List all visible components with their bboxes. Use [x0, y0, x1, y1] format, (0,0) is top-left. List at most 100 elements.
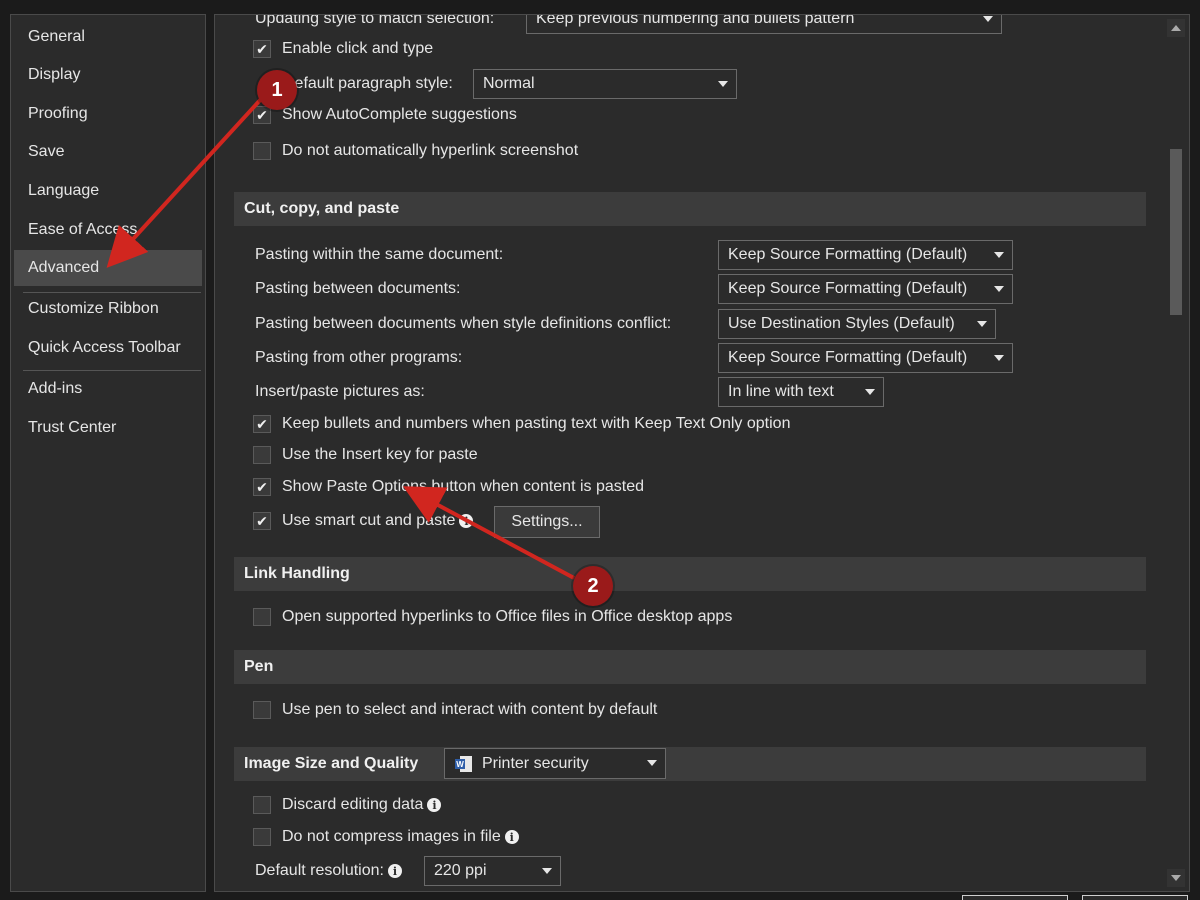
options-sidebar: General Display Proofing Save Language E…	[10, 14, 206, 892]
show-paste-options-checkbox[interactable]: ✔	[253, 478, 271, 496]
info-icon[interactable]: i	[459, 514, 474, 528]
annotation-marker-2: 2	[573, 566, 613, 606]
show-paste-options-label: Show Paste Options button when content i…	[282, 478, 645, 495]
show-autocomplete-checkbox[interactable]: ✔	[253, 106, 271, 124]
sidebar-item-add-ins[interactable]: Add-ins	[14, 371, 202, 407]
insert-key-option[interactable]: Use the Insert key for paste	[253, 440, 478, 470]
chevron-down-icon	[994, 355, 1004, 361]
discard-editing-data-label: Discard editing data	[282, 796, 424, 813]
sidebar-item-general[interactable]: General	[14, 19, 202, 55]
svg-text:W: W	[456, 760, 464, 769]
discard-editing-data-option[interactable]: Discard editing data i	[253, 790, 442, 820]
scroll-down-button[interactable]	[1167, 869, 1185, 887]
enable-click-type-option[interactable]: ✔ Enable click and type	[253, 34, 433, 64]
keep-bullets-label: Keep bullets and numbers when pasting te…	[282, 415, 791, 432]
check-icon: ✔	[256, 513, 268, 529]
default-paragraph-value: Normal	[483, 75, 535, 92]
sidebar-item-customize-ribbon[interactable]: Customize Ribbon	[14, 291, 202, 327]
section-heading-pen: Pen	[234, 650, 1146, 684]
arrow-down-icon	[1171, 875, 1181, 881]
default-paragraph-label: Default paragraph style:	[283, 75, 453, 92]
no-auto-hyperlink-label: Do not automatically hyperlink screensho…	[282, 142, 579, 159]
paste-other-programs-dropdown[interactable]: Keep Source Formatting (Default)	[718, 343, 1013, 373]
insert-key-label: Use the Insert key for paste	[282, 446, 478, 463]
chevron-down-icon	[718, 81, 728, 87]
scroll-up-button[interactable]	[1167, 19, 1185, 37]
smart-cut-option[interactable]: ✔ Use smart cut and paste i	[253, 506, 474, 536]
no-auto-hyperlink-option[interactable]: Do not automatically hyperlink screensho…	[253, 136, 578, 166]
paste-style-conflict-dropdown[interactable]: Use Destination Styles (Default)	[718, 309, 996, 339]
info-icon[interactable]: i	[387, 864, 402, 878]
arrow-up-icon	[1171, 25, 1181, 31]
image-quality-document-dropdown[interactable]: W Printer security	[444, 748, 666, 779]
open-supported-hyperlinks-label: Open supported hyperlinks to Office file…	[282, 608, 733, 625]
paste-between-docs-label: Pasting between documents:	[255, 280, 461, 297]
insert-key-checkbox[interactable]	[253, 446, 271, 464]
chevron-down-icon	[994, 286, 1004, 292]
discard-editing-data-checkbox[interactable]	[253, 796, 271, 814]
settings-button[interactable]: Settings...	[494, 506, 600, 538]
no-compress-images-option[interactable]: Do not compress images in file i	[253, 822, 519, 852]
advanced-options-panel: Updating style to match selection: Keep …	[214, 14, 1190, 892]
sidebar-item-display[interactable]: Display	[14, 57, 202, 93]
paste-other-programs-label: Pasting from other programs:	[255, 349, 463, 366]
chevron-down-icon	[865, 389, 875, 395]
default-paragraph-dropdown[interactable]: Normal	[473, 69, 737, 99]
insert-pictures-dropdown[interactable]: In line with text	[718, 377, 884, 407]
show-autocomplete-label: Show AutoComplete suggestions	[282, 106, 517, 123]
open-supported-hyperlinks-checkbox[interactable]	[253, 608, 271, 626]
updating-style-dropdown[interactable]: Keep previous numbering and bullets patt…	[526, 14, 1002, 34]
chevron-down-icon	[647, 760, 657, 766]
smart-cut-checkbox[interactable]: ✔	[253, 512, 271, 530]
paste-between-docs-dropdown[interactable]: Keep Source Formatting (Default)	[718, 274, 1013, 304]
insert-pictures-label: Insert/paste pictures as:	[255, 383, 425, 400]
check-icon: ✔	[256, 416, 268, 432]
sidebar-item-save[interactable]: Save	[14, 134, 202, 170]
default-resolution-label: Default resolution:	[255, 862, 384, 879]
no-compress-images-checkbox[interactable]	[253, 828, 271, 846]
default-resolution-dropdown[interactable]: 220 ppi	[424, 856, 561, 886]
sidebar-item-advanced[interactable]: Advanced	[14, 250, 202, 286]
check-icon: ✔	[256, 41, 268, 57]
use-pen-checkbox[interactable]	[253, 701, 271, 719]
paste-within-doc-value: Keep Source Formatting (Default)	[728, 246, 968, 263]
sidebar-item-quick-access-toolbar[interactable]: Quick Access Toolbar	[14, 330, 202, 366]
default-resolution-row: Default resolution: i	[255, 856, 402, 886]
cancel-button[interactable]	[1082, 895, 1188, 900]
sidebar-item-ease-of-access[interactable]: Ease of Access	[14, 212, 202, 248]
paste-within-doc-dropdown[interactable]: Keep Source Formatting (Default)	[718, 240, 1013, 270]
sidebar-item-language[interactable]: Language	[14, 173, 202, 209]
chevron-down-icon	[994, 252, 1004, 258]
scrollbar-thumb[interactable]	[1170, 149, 1182, 315]
image-quality-document-value: Printer security	[482, 754, 589, 772]
use-pen-label: Use pen to select and interact with cont…	[282, 701, 658, 718]
keep-bullets-checkbox[interactable]: ✔	[253, 415, 271, 433]
info-icon[interactable]: i	[427, 798, 442, 812]
no-auto-hyperlink-checkbox[interactable]	[253, 142, 271, 160]
section-heading-image-size-quality: Image Size and Quality	[234, 747, 1146, 781]
updating-style-value: Keep previous numbering and bullets patt…	[536, 14, 855, 27]
enable-click-type-checkbox[interactable]: ✔	[253, 40, 271, 58]
paste-within-doc-label: Pasting within the same document:	[255, 246, 504, 263]
info-icon[interactable]: i	[504, 830, 519, 844]
open-supported-hyperlinks-option[interactable]: Open supported hyperlinks to Office file…	[253, 602, 732, 632]
show-autocomplete-option[interactable]: ✔ Show AutoComplete suggestions	[253, 100, 517, 130]
paste-style-conflict-value: Use Destination Styles (Default)	[728, 315, 955, 332]
ok-button[interactable]	[962, 895, 1068, 900]
keep-bullets-option[interactable]: ✔ Keep bullets and numbers when pasting …	[253, 409, 790, 439]
smart-cut-label: Use smart cut and paste	[282, 512, 456, 529]
chevron-down-icon	[977, 321, 987, 327]
paste-between-docs-value: Keep Source Formatting (Default)	[728, 280, 968, 297]
show-paste-options-option[interactable]: ✔ Show Paste Options button when content…	[253, 472, 644, 502]
annotation-marker-1: 1	[257, 70, 297, 110]
chevron-down-icon	[983, 16, 993, 22]
section-heading-cut-copy-paste: Cut, copy, and paste	[234, 192, 1146, 226]
word-document-icon: W	[455, 755, 472, 772]
sidebar-item-trust-center[interactable]: Trust Center	[14, 410, 202, 446]
sidebar-item-proofing[interactable]: Proofing	[14, 96, 202, 132]
updating-style-label: Updating style to match selection:	[255, 14, 495, 27]
paste-other-programs-value: Keep Source Formatting (Default)	[728, 349, 968, 366]
check-icon: ✔	[256, 479, 268, 495]
vertical-scrollbar[interactable]	[1167, 17, 1185, 889]
use-pen-option[interactable]: Use pen to select and interact with cont…	[253, 695, 657, 725]
